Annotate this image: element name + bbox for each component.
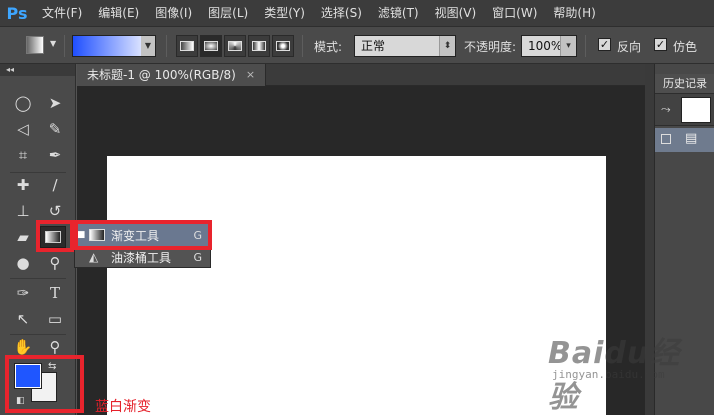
document-icon: ▤ xyxy=(685,131,698,146)
history-brush-source-icon[interactable]: ⤳ xyxy=(661,102,671,117)
radial-gradient-button[interactable] xyxy=(200,35,222,57)
menu-view[interactable]: 视图(V) xyxy=(427,0,485,26)
mode-select[interactable]: 正常 ⬍ xyxy=(354,35,456,57)
flyout-item-shortcut: G xyxy=(193,250,202,264)
divider xyxy=(166,35,167,57)
history-checkbox[interactable] xyxy=(661,134,671,144)
document-tab-bar: 未标题-1 @ 100%(RGB/8) × xyxy=(77,64,645,86)
options-bar: ▼ ▼ 模式: 正常 ⬍ 不透明度: 100% ▾ ✓ 反向 ✓ 仿色 xyxy=(0,26,714,64)
tool-preset-icon[interactable] xyxy=(26,36,44,54)
baidu-watermark: Baidu经验 jingyan.baidu.com xyxy=(548,320,708,415)
paint-bucket-icon: ◭ xyxy=(89,250,99,264)
linear-gradient-button[interactable] xyxy=(176,35,198,57)
photoshop-logo: Ps xyxy=(6,3,28,23)
document-canvas[interactable] xyxy=(107,156,606,415)
menu-type[interactable]: 类型(Y) xyxy=(256,0,313,26)
type-tool-icon[interactable]: T xyxy=(42,282,68,304)
opacity-value: 100% xyxy=(528,39,563,53)
rectangle-tool-icon[interactable]: ▭ xyxy=(42,308,68,330)
pen-tool-icon[interactable]: ✑ xyxy=(10,282,36,304)
lasso-tool-icon[interactable]: ◁ xyxy=(10,118,36,140)
menu-select[interactable]: 选择(S) xyxy=(313,0,370,26)
mode-label: 模式: xyxy=(314,40,343,54)
brush-tool-icon[interactable]: ∕ xyxy=(42,174,68,196)
toolbox-collapse-icon[interactable]: ◂◂ xyxy=(0,64,75,76)
reflected-gradient-button[interactable] xyxy=(248,35,270,57)
menu-file[interactable]: 文件(F) xyxy=(34,0,90,26)
menu-layer[interactable]: 图层(L) xyxy=(200,0,256,26)
dither-checkbox[interactable]: ✓ xyxy=(654,38,667,51)
updown-chevron-icon: ⬍ xyxy=(439,36,455,56)
move-tool-icon[interactable]: ➤ xyxy=(42,92,68,114)
reverse-checkbox[interactable]: ✓ xyxy=(598,38,611,51)
annotation-text: 蓝白渐变 xyxy=(95,399,151,415)
dodge-tool-icon[interactable]: ⚲ xyxy=(42,252,68,274)
highlight-flyout-item xyxy=(74,220,212,250)
menu-window[interactable]: 窗口(W) xyxy=(484,0,545,26)
angle-gradient-button[interactable] xyxy=(224,35,246,57)
menu-image[interactable]: 图像(I) xyxy=(147,0,200,26)
menu-edit[interactable]: 编辑(E) xyxy=(90,0,147,26)
spot-healing-icon[interactable]: ✚ xyxy=(10,174,36,196)
blur-tool-icon[interactable]: ● xyxy=(10,252,36,274)
toolbox-divider xyxy=(10,334,66,335)
menu-filter[interactable]: 滤镜(T) xyxy=(370,0,427,26)
tool-preset-chevron-icon[interactable]: ▼ xyxy=(50,39,56,48)
opacity-label: 不透明度: xyxy=(464,40,517,54)
path-selection-icon[interactable]: ↖ xyxy=(10,308,36,330)
opacity-dropdown-icon[interactable]: ▾ xyxy=(560,36,576,56)
eyedropper-icon[interactable]: ✒ xyxy=(42,144,68,166)
document-tab[interactable]: 未标题-1 @ 100%(RGB/8) × xyxy=(77,64,267,86)
mode-value: 正常 xyxy=(361,39,386,53)
divider xyxy=(585,35,586,57)
flyout-item-label: 油漆桶工具 xyxy=(111,250,172,265)
quick-selection-icon[interactable]: ✎ xyxy=(42,118,68,140)
opacity-field[interactable]: 100% ▾ xyxy=(521,35,577,57)
reverse-label: 反向 xyxy=(617,40,642,54)
highlight-gradient-tool xyxy=(36,220,74,252)
diamond-gradient-button[interactable] xyxy=(272,35,294,57)
clone-stamp-icon[interactable]: ⊥ xyxy=(10,200,36,222)
history-state-row[interactable]: ▤ xyxy=(655,128,714,152)
menu-bar: Ps 文件(F) 编辑(E) 图像(I) 图层(L) 类型(Y) 选择(S) 滤… xyxy=(0,0,714,26)
history-snapshot-row[interactable]: ⤳ xyxy=(655,94,714,126)
divider xyxy=(302,35,303,57)
history-panel-tab[interactable]: 历史记录 xyxy=(655,74,714,94)
history-brush-icon[interactable]: ↺ xyxy=(42,200,68,222)
document-tab-title: 未标题-1 @ 100%(RGB/8) xyxy=(87,68,236,82)
watermark-url: jingyan.baidu.com xyxy=(552,368,665,381)
eraser-tool-icon[interactable]: ▰ xyxy=(10,226,36,248)
gradient-dropdown-icon[interactable]: ▼ xyxy=(141,36,155,56)
dither-label: 仿色 xyxy=(673,40,698,54)
menu-help[interactable]: 帮助(H) xyxy=(545,0,603,26)
highlight-color-swatches xyxy=(5,355,84,413)
divider xyxy=(64,35,65,57)
toolbox-divider xyxy=(10,172,66,173)
crop-tool-icon[interactable]: ⌗ xyxy=(10,144,36,166)
close-icon[interactable]: × xyxy=(246,64,255,86)
toolbox-divider xyxy=(10,278,66,279)
gradient-picker[interactable]: ▼ xyxy=(72,35,156,57)
snapshot-thumbnail xyxy=(681,97,711,123)
elliptical-marquee-icon[interactable]: ◯ xyxy=(10,92,36,114)
